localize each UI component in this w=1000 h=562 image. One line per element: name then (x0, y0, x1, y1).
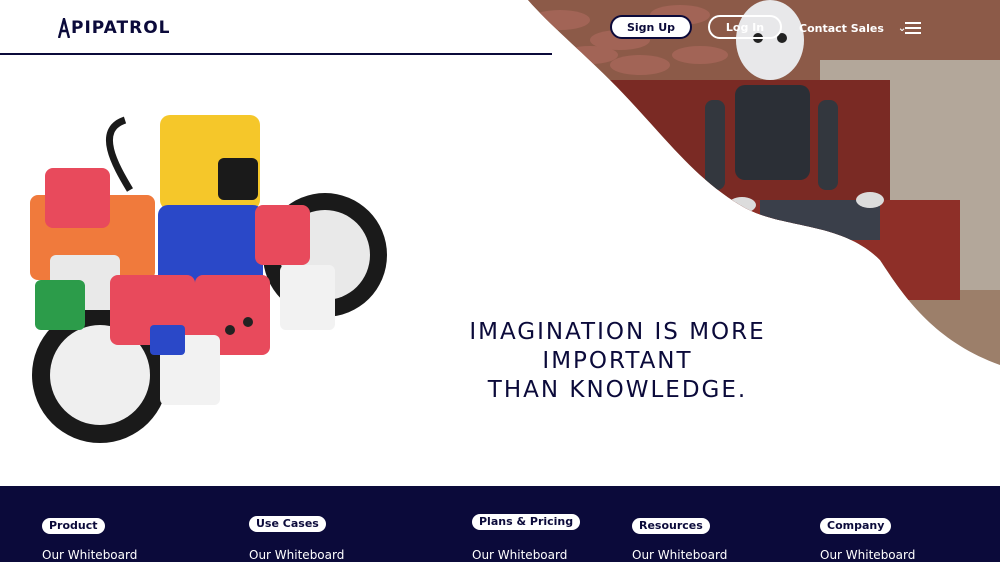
footer-column-title: Plans & Pricing (472, 514, 581, 530)
header-divider (0, 53, 552, 55)
logo-text: PIPATROL (71, 18, 171, 38)
footer-column-title: Product (42, 518, 105, 534)
log-in-button[interactable]: Log In (708, 15, 782, 39)
footer-column-resources: Resources Our Whiteboard (632, 514, 727, 562)
footer-column-title: Use Cases (249, 516, 326, 532)
footer-column-product: Product Our Whiteboard (42, 514, 137, 562)
footer-column-use-cases: Use Cases Our Whiteboard (249, 512, 344, 562)
footer-link[interactable]: Our Whiteboard (472, 548, 580, 562)
contact-sales-dropdown[interactable]: Contact Sales ⌄ (799, 20, 906, 36)
footer-column-plans-pricing: Plans & Pricing Our Whiteboard (472, 510, 581, 562)
logo-a-mark-icon (58, 18, 70, 38)
footer-link[interactable]: Our Whiteboard (820, 548, 915, 562)
headline-line-2: THAN KNOWLEDGE. (487, 377, 748, 403)
sign-up-button[interactable]: Sign Up (610, 15, 692, 39)
footer-column-title: Company (820, 518, 892, 534)
site-footer: Product Our Whiteboard Use Cases Our Whi… (0, 486, 1000, 562)
landing-page: PIPATROL Sign Up Log In Contact Sales ⌄ … (0, 0, 1000, 562)
hero-imagery (0, 0, 1000, 486)
footer-column-title: Resources (632, 518, 710, 534)
contact-sales-label: Contact Sales (799, 21, 884, 35)
footer-link[interactable]: Our Whiteboard (249, 548, 344, 562)
footer-column-company: Company Our Whiteboard (820, 514, 915, 562)
robot-toy-image (30, 115, 387, 443)
footer-link[interactable]: Our Whiteboard (632, 548, 727, 562)
headline-line-1: IMAGINATION IS MORE IMPORTANT (469, 319, 766, 374)
brand-logo[interactable]: PIPATROL (58, 16, 171, 40)
site-header: PIPATROL Sign Up Log In Contact Sales ⌄ (0, 0, 1000, 56)
hamburger-menu-icon[interactable] (905, 22, 921, 34)
footer-link[interactable]: Our Whiteboard (42, 548, 137, 562)
hero-headline: IMAGINATION IS MORE IMPORTANT THAN KNOWL… (395, 318, 840, 405)
